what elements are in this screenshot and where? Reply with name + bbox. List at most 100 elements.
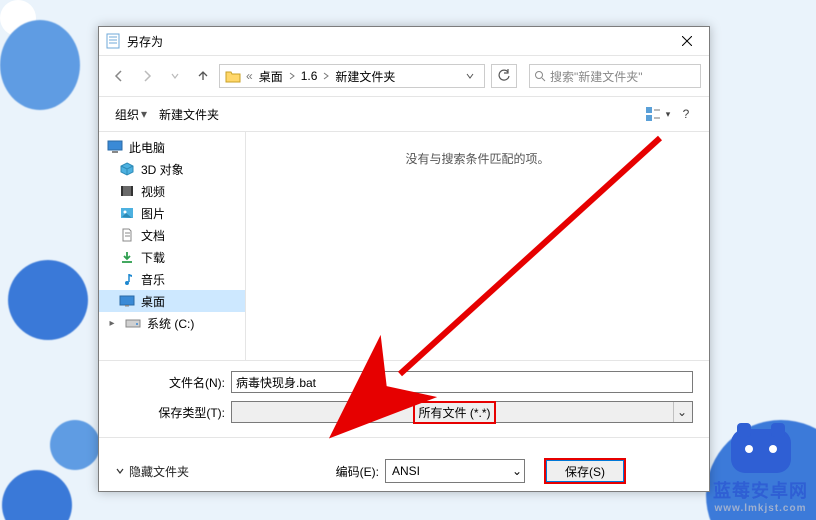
save-as-dialog: 另存为 « 桌面 1.6 新建文件夹 <box>98 26 710 492</box>
tree-label: 3D 对象 <box>141 161 184 178</box>
help-button[interactable]: ? <box>673 103 699 125</box>
file-list-pane: 没有与搜索条件匹配的项。 <box>246 132 709 360</box>
watermark-subtitle: www.lmkjst.com <box>715 503 807 514</box>
encoding-label: 编码(E): <box>336 463 379 480</box>
wallpaper-blob <box>50 420 100 470</box>
dialog-body: 此电脑 3D 对象 视频 图片 文档 下载 <box>99 132 709 360</box>
refresh-icon <box>497 69 511 83</box>
watermark: 蓝莓安卓网 www.lmkjst.com <box>713 429 808 514</box>
search-icon <box>534 70 546 82</box>
chevron-down-icon: ⌄ <box>512 464 522 478</box>
breadcrumb-dropdown[interactable] <box>466 72 484 80</box>
nav-tree[interactable]: 此电脑 3D 对象 视频 图片 文档 下载 <box>99 132 246 360</box>
save-button[interactable]: 保存(S) <box>545 459 625 483</box>
filetype-label: 保存类型(T): <box>115 404 231 421</box>
wallpaper-blob <box>8 260 88 340</box>
breadcrumb-item[interactable]: 新建文件夹 <box>333 68 397 85</box>
close-button[interactable] <box>665 27 709 55</box>
watermark-title: 蓝莓安卓网 <box>713 477 808 503</box>
bottom-bar: 隐藏文件夹 编码(E): ANSI ⌄ 保存(S) <box>99 437 709 494</box>
tree-item-pictures[interactable]: 图片 <box>99 202 245 224</box>
tree-item-music[interactable]: 音乐 <box>99 268 245 290</box>
tree-label: 下载 <box>141 249 165 266</box>
encoding-combo[interactable]: ANSI ⌄ <box>385 459 525 483</box>
breadcrumb-item[interactable]: 桌面 <box>257 68 285 85</box>
tree-item-3d-objects[interactable]: 3D 对象 <box>99 158 245 180</box>
chevron-right-icon <box>321 72 331 80</box>
view-options-button[interactable]: ▾ <box>645 103 671 125</box>
titlebar: 另存为 <box>99 27 709 56</box>
forward-button[interactable] <box>135 64 159 88</box>
filename-row: 文件名(N): <box>115 371 693 393</box>
cube-icon <box>119 161 135 177</box>
dialog-title: 另存为 <box>127 33 665 50</box>
download-icon <box>119 249 135 265</box>
encoding-value: ANSI <box>392 464 420 478</box>
desktop-icon <box>119 293 135 309</box>
fields-area: 文件名(N): 保存类型(T): 所有文件 (*.*) ⌄ <box>99 360 709 437</box>
chevron-down-icon: ▾ <box>666 109 671 120</box>
chevron-down-icon: ▾ <box>141 107 147 121</box>
chevron-down-icon <box>171 72 179 80</box>
music-icon <box>119 271 135 287</box>
filetype-value: 所有文件 (*.*) <box>416 404 492 421</box>
recent-dropdown[interactable] <box>163 64 187 88</box>
picture-icon <box>119 205 135 221</box>
new-folder-button[interactable]: 新建文件夹 <box>153 104 225 125</box>
tree-item-downloads[interactable]: 下载 <box>99 246 245 268</box>
view-icon <box>646 107 664 121</box>
filetype-row: 保存类型(T): 所有文件 (*.*) ⌄ <box>115 401 693 423</box>
tree-item-this-pc[interactable]: 此电脑 <box>99 136 245 158</box>
chevron-down-icon <box>466 72 474 80</box>
hide-folders-toggle[interactable]: 隐藏文件夹 <box>115 463 189 480</box>
tree-item-drive-c[interactable]: ▸ 系统 (C:) <box>99 312 245 334</box>
pc-icon <box>107 139 123 155</box>
tree-label: 此电脑 <box>129 139 165 156</box>
toolbar: 组织 ▾ 新建文件夹 ▾ ? <box>99 97 709 132</box>
expand-icon[interactable]: ▸ <box>107 318 117 329</box>
save-button-label: 保存(S) <box>565 463 605 480</box>
arrow-right-icon <box>140 69 154 83</box>
arrow-up-icon <box>196 69 210 83</box>
arrow-left-icon <box>112 69 126 83</box>
organize-label: 组织 <box>115 106 139 123</box>
film-icon <box>119 183 135 199</box>
breadcrumb-item[interactable]: 1.6 <box>299 69 320 83</box>
search-placeholder: 搜索"新建文件夹" <box>550 68 643 85</box>
watermark-logo-icon <box>731 429 791 473</box>
no-results-text: 没有与搜索条件匹配的项。 <box>246 150 709 167</box>
tree-label: 音乐 <box>141 271 165 288</box>
tree-label: 桌面 <box>141 293 165 310</box>
refresh-button[interactable] <box>491 64 517 88</box>
tree-item-documents[interactable]: 文档 <box>99 224 245 246</box>
tree-item-videos[interactable]: 视频 <box>99 180 245 202</box>
tree-item-desktop[interactable]: 桌面 <box>99 290 245 312</box>
help-icon: ? <box>683 107 690 121</box>
tree-label: 图片 <box>141 205 165 222</box>
chevron-down-icon: ⌄ <box>673 402 690 422</box>
filetype-combo[interactable]: 所有文件 (*.*) ⌄ <box>231 401 693 423</box>
filename-label: 文件名(N): <box>115 374 231 391</box>
notepad-icon <box>105 33 121 49</box>
new-folder-label: 新建文件夹 <box>159 106 219 123</box>
drive-icon <box>125 315 141 331</box>
search-input[interactable]: 搜索"新建文件夹" <box>529 64 701 88</box>
up-button[interactable] <box>191 64 215 88</box>
organize-menu[interactable]: 组织 ▾ <box>109 104 153 125</box>
chevron-down-icon <box>115 466 125 476</box>
filename-input[interactable] <box>231 371 693 393</box>
tree-label: 视频 <box>141 183 165 200</box>
hide-folders-label: 隐藏文件夹 <box>129 463 189 480</box>
folder-icon <box>224 67 242 85</box>
document-icon <box>119 227 135 243</box>
chevron-right-icon <box>287 72 297 80</box>
wallpaper-blob <box>0 20 80 110</box>
nav-bar: « 桌面 1.6 新建文件夹 搜索"新建文件夹" <box>99 56 709 97</box>
wallpaper-blob <box>2 470 72 520</box>
breadcrumb-overflow[interactable]: « <box>244 69 255 83</box>
tree-label: 文档 <box>141 227 165 244</box>
back-button[interactable] <box>107 64 131 88</box>
tree-label: 系统 (C:) <box>147 315 194 332</box>
breadcrumb[interactable]: « 桌面 1.6 新建文件夹 <box>219 64 485 88</box>
close-icon <box>682 36 692 46</box>
